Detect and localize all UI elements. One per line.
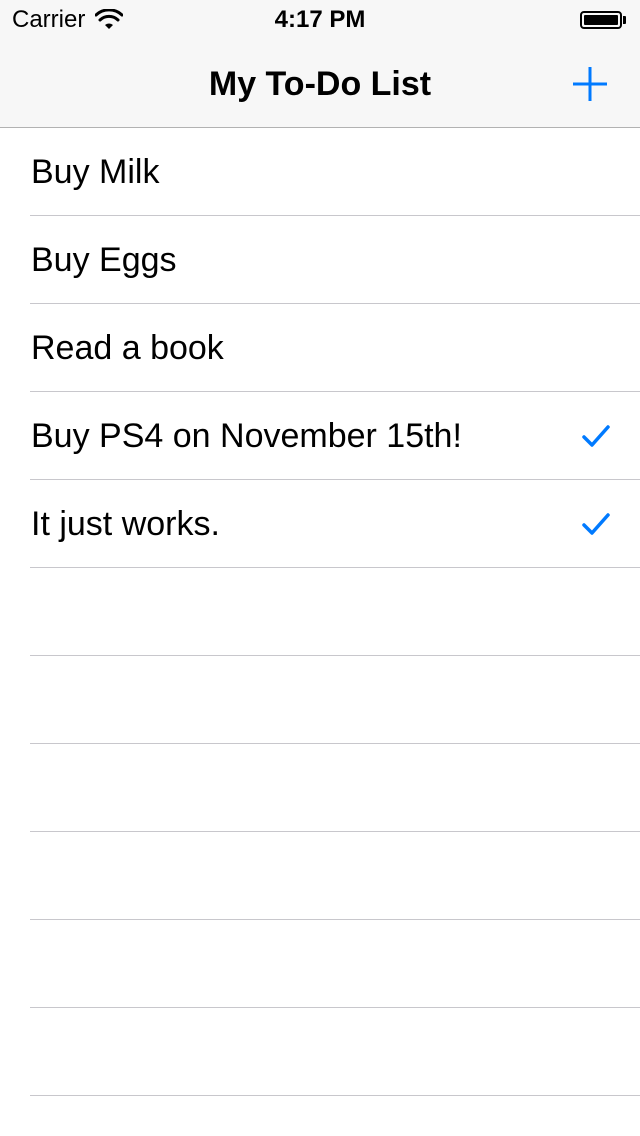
empty-row [0, 656, 640, 744]
app-screen: Carrier 4:17 PM My To-Do List Buy Milk B… [0, 0, 640, 1136]
todo-label: Buy PS4 on November 15th! [31, 417, 462, 455]
navigation-bar: Carrier 4:17 PM My To-Do List [0, 0, 640, 128]
empty-row [0, 1096, 640, 1136]
battery-tip [623, 16, 626, 24]
add-item-button[interactable] [570, 64, 610, 104]
battery-body [580, 11, 622, 29]
status-time: 4:17 PM [274, 6, 366, 33]
status-bar: Carrier 4:17 PM [0, 0, 640, 40]
todo-row[interactable]: It just works. [0, 480, 640, 568]
empty-row [0, 920, 640, 1008]
todo-label: Read a book [31, 329, 224, 367]
plus-icon [573, 67, 607, 101]
todo-row[interactable]: Read a book [0, 304, 640, 392]
todo-row[interactable]: Buy Eggs [0, 216, 640, 304]
empty-row [0, 744, 640, 832]
checkmark-icon [582, 513, 610, 535]
todo-label: Buy Eggs [31, 241, 177, 279]
empty-row [0, 1008, 640, 1096]
empty-row [0, 568, 640, 656]
todo-table: Buy Milk Buy Eggs Read a book Buy PS4 on No… [0, 128, 640, 1136]
todo-row[interactable]: Buy PS4 on November 15th! [0, 392, 640, 480]
todo-row[interactable]: Buy Milk [0, 128, 640, 216]
empty-row [0, 832, 640, 920]
todo-label: It just works. [31, 505, 220, 543]
battery-icon [580, 10, 628, 30]
battery-fill [584, 15, 618, 25]
todo-label: Buy Milk [31, 153, 160, 191]
page-title: My To-Do List [208, 65, 432, 103]
checkmark-icon [582, 425, 610, 447]
